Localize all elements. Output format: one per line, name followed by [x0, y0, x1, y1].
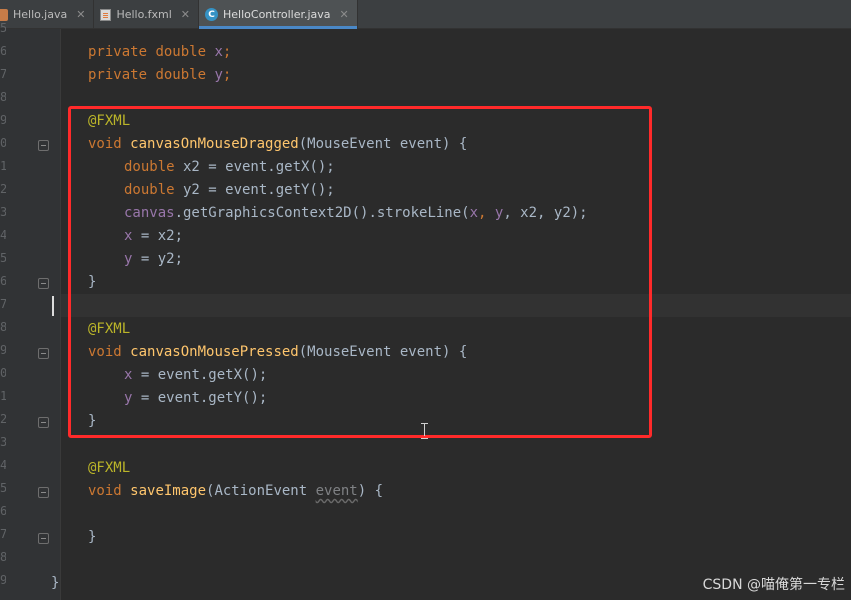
code-line: double x2 = event.getX();	[124, 159, 335, 175]
line-number: 0	[0, 136, 6, 150]
code-line: }	[88, 413, 97, 429]
line-number: 7	[0, 67, 6, 81]
editor-gutter[interactable]: 5 6 7 8 9 0 1 2 3 4 5 6 7 8 9 0 1 2 3 4 …	[0, 21, 60, 600]
close-icon[interactable]: ✕	[181, 8, 190, 21]
line-number: 6	[0, 504, 6, 518]
fold-icon[interactable]	[38, 348, 49, 359]
code-line: double y2 = event.getY();	[124, 182, 335, 198]
line-number: 4	[0, 458, 6, 472]
line-number: 8	[0, 320, 6, 334]
line-number: 6	[0, 274, 6, 288]
class-icon: C	[205, 8, 219, 21]
line-number: 8	[0, 90, 6, 104]
code-line: void canvasOnMouseDragged(MouseEvent eve…	[88, 136, 468, 152]
code-line: y = event.getY();	[124, 390, 268, 406]
text-cursor-icon	[421, 423, 429, 439]
java-file-icon	[0, 8, 8, 21]
fold-icon[interactable]	[38, 417, 49, 428]
fold-icon[interactable]	[38, 278, 49, 289]
code-line: canvas.getGraphicsContext2D().strokeLine…	[124, 205, 588, 221]
fxml-file-icon	[100, 8, 112, 21]
editor-tab-bar: Hello.java ✕ Hello.fxml ✕ C HelloControl…	[0, 0, 851, 29]
line-number: 1	[0, 159, 6, 173]
code-line: @FXML	[88, 321, 131, 337]
line-number: 2	[0, 182, 6, 196]
line-number: 8	[0, 550, 6, 564]
code-line: private double y;	[88, 67, 232, 83]
code-line: x = event.getX();	[124, 367, 268, 383]
close-icon[interactable]: ✕	[76, 8, 85, 21]
line-number: 5	[0, 481, 6, 495]
line-number: 3	[0, 435, 6, 449]
tab-label: Hello.java	[13, 8, 68, 21]
line-number: 9	[0, 343, 6, 357]
line-number: 7	[0, 297, 6, 311]
code-line: }	[88, 274, 97, 290]
line-number: 2	[0, 412, 6, 426]
close-icon[interactable]: ✕	[340, 8, 349, 21]
tab-label: Hello.fxml	[116, 8, 172, 21]
watermark: CSDN @喵俺第一专栏	[702, 577, 845, 593]
line-number: 1	[0, 389, 6, 403]
line-number: 9	[0, 113, 6, 127]
line-number: 7	[0, 527, 6, 541]
tab-label: HelloController.java	[223, 8, 331, 21]
line-number: 6	[0, 44, 6, 58]
code-line: private double x;	[88, 44, 232, 60]
line-number: 9	[0, 573, 6, 587]
line-number: 5	[0, 251, 6, 265]
code-line: void canvasOnMousePressed(MouseEvent eve…	[88, 344, 468, 360]
fold-icon[interactable]	[38, 487, 49, 498]
line-number: 0	[0, 366, 6, 380]
tab-hello-fxml[interactable]: Hello.fxml ✕	[94, 0, 200, 29]
line-number: 5	[0, 21, 6, 35]
tab-hellocontroller-java[interactable]: C HelloController.java ✕	[199, 0, 358, 29]
fold-icon[interactable]	[38, 533, 49, 544]
code-line: y = y2;	[124, 251, 184, 267]
text-caret	[52, 296, 54, 316]
current-line	[61, 294, 851, 317]
code-line: }	[88, 529, 97, 545]
line-number: 4	[0, 228, 6, 242]
tab-hello-java[interactable]: Hello.java ✕	[0, 0, 95, 29]
code-line: void saveImage(ActionEvent event) {	[88, 483, 384, 499]
code-line: @FXML	[88, 113, 131, 129]
line-number: 3	[0, 205, 6, 219]
code-line: x = x2;	[124, 228, 184, 244]
fold-icon[interactable]	[38, 140, 49, 151]
code-line: @FXML	[88, 460, 131, 476]
code-editor[interactable]: private double x; private double y; @FXM…	[51, 29, 851, 600]
